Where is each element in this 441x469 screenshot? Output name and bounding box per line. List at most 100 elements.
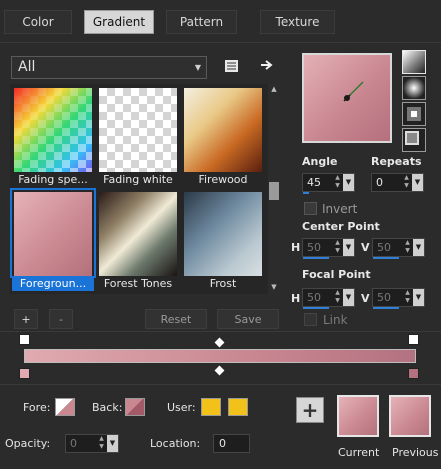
chevron-down-icon[interactable]: ▼ xyxy=(343,239,354,256)
gradient-filter-value: All xyxy=(18,59,36,75)
center-h-level-bar xyxy=(303,257,329,259)
location-input[interactable]: 0 xyxy=(213,434,250,453)
focal-v-level-bar xyxy=(373,307,399,309)
tab-gradient[interactable]: Gradient xyxy=(84,10,154,34)
link-label: Link xyxy=(323,313,348,327)
stepper-arrows-icon[interactable]: ▲ ▼ xyxy=(403,239,412,256)
scrollbar-thumb[interactable] xyxy=(269,182,279,200)
gradient-thumb-label: Forest Tones xyxy=(103,277,173,290)
gradient-filter-select[interactable]: All ▼ xyxy=(11,56,207,79)
fore-label: Fore: xyxy=(23,401,51,414)
angle-stepper[interactable]: 45 ▲ ▼ ▼ xyxy=(302,173,355,194)
previous-color-swatch[interactable] xyxy=(389,395,431,437)
opacity-value: 0 xyxy=(70,437,77,450)
gradient-thumb-label: Fading white xyxy=(103,173,173,186)
focal-point-label: Focal Point xyxy=(302,268,371,281)
gallery-scrollbar[interactable]: ▲ ▼ xyxy=(268,84,280,294)
rectangular-gradient-icon[interactable] xyxy=(402,102,426,126)
stepper-arrows-icon[interactable]: ▲ ▼ xyxy=(403,289,412,306)
add-gradient-button[interactable]: + xyxy=(14,309,38,329)
gradient-thumb-forest-tones[interactable]: Forest Tones xyxy=(97,190,179,290)
focal-h-level-bar xyxy=(303,307,329,309)
transparency-checker xyxy=(14,88,92,172)
angle-label: Angle xyxy=(302,155,338,168)
scroll-down-icon[interactable]: ▼ xyxy=(268,283,280,293)
radial-gradient-icon[interactable] xyxy=(402,76,426,100)
reset-button[interactable]: Reset xyxy=(145,309,207,329)
previous-label: Previous xyxy=(392,446,439,459)
sunburst-gradient-icon[interactable] xyxy=(402,128,426,152)
back-swatch[interactable] xyxy=(125,398,145,416)
gradient-swatch xyxy=(184,192,262,276)
gradient-thumb-firewood[interactable]: Firewood xyxy=(182,86,264,186)
linear-gradient-icon[interactable] xyxy=(402,50,426,74)
user-swatch-1[interactable] xyxy=(201,398,221,416)
gradient-thumb-frost[interactable]: Frost xyxy=(182,190,264,290)
stepper-arrows-icon[interactable]: ▲ ▼ xyxy=(402,174,411,191)
gradient-preview[interactable] xyxy=(302,53,392,143)
gradient-swatch xyxy=(184,88,262,172)
chevron-down-icon: ▼ xyxy=(194,63,201,72)
remove-gradient-button[interactable]: - xyxy=(49,309,73,329)
color-stop-left[interactable] xyxy=(19,368,30,379)
editor-divider xyxy=(0,384,441,385)
center-v-level-bar xyxy=(373,257,399,259)
opacity-stop-left[interactable] xyxy=(19,334,30,345)
repeats-stepper[interactable]: 0 ▲ ▼ ▼ xyxy=(371,173,424,192)
chevron-down-icon[interactable]: ▼ xyxy=(343,174,354,191)
panel-divider xyxy=(0,331,441,332)
chevron-down-icon[interactable]: ▼ xyxy=(343,289,354,306)
invert-label: Invert xyxy=(322,202,358,216)
center-v-stepper[interactable]: 50 ▲ ▼ ▼ xyxy=(372,238,425,259)
list-icon[interactable] xyxy=(224,59,239,73)
stepper-arrows-icon[interactable]: ▲ ▼ xyxy=(97,435,106,452)
center-h-label: H xyxy=(291,241,301,254)
gradient-thumb-fading-spectrum[interactable]: Fading spe... xyxy=(12,86,94,186)
chevron-down-icon[interactable]: ▼ xyxy=(413,289,424,306)
chevron-down-icon[interactable]: ▼ xyxy=(107,435,118,452)
gradient-thumb-label: Fading spe... xyxy=(18,173,88,186)
gradient-editor-bar[interactable] xyxy=(24,349,416,363)
current-label: Current xyxy=(338,446,380,459)
chevron-down-icon[interactable]: ▼ xyxy=(413,239,424,256)
angle-handle-icon[interactable] xyxy=(304,55,390,141)
focal-h-stepper[interactable]: 50 ▲ ▼ ▼ xyxy=(302,288,355,309)
gradient-thumb-fading-white[interactable]: Fading white xyxy=(97,86,179,186)
stepper-arrows-icon[interactable]: ▲ ▼ xyxy=(333,289,342,306)
chevron-down-icon[interactable]: ▼ xyxy=(412,174,423,191)
location-label: Location: xyxy=(150,437,201,450)
focal-v-stepper[interactable]: 50 ▲ ▼ ▼ xyxy=(372,288,425,309)
angle-value: 45 xyxy=(307,176,321,189)
add-to-swatches-button[interactable]: + xyxy=(296,397,324,423)
invert-checkbox[interactable] xyxy=(304,202,317,215)
link-checkbox[interactable] xyxy=(304,313,317,326)
current-color-swatch xyxy=(337,395,379,437)
opacity-stepper[interactable]: 0 ▲ ▼ ▼ xyxy=(65,434,119,453)
back-label: Back: xyxy=(92,401,123,414)
angle-level-bar xyxy=(303,192,309,194)
color-midpoint[interactable] xyxy=(214,365,225,376)
scroll-up-icon[interactable]: ▲ xyxy=(268,85,280,95)
stepper-arrows-icon[interactable]: ▲ ▼ xyxy=(333,174,342,191)
arrow-right-icon[interactable] xyxy=(259,58,275,72)
tab-pattern[interactable]: Pattern xyxy=(166,10,237,34)
gradient-thumb-label: Firewood xyxy=(198,173,248,186)
save-button[interactable]: Save xyxy=(217,309,279,329)
focal-v-label: V xyxy=(361,292,370,305)
user-swatch-2[interactable] xyxy=(228,398,248,416)
opacity-midpoint[interactable] xyxy=(214,337,225,348)
gradient-thumb-label: Foregroun... xyxy=(12,277,94,291)
fore-swatch[interactable] xyxy=(55,398,75,416)
gradient-swatch xyxy=(99,192,177,276)
gradient-thumb-label: Frost xyxy=(209,277,237,290)
center-h-stepper[interactable]: 50 ▲ ▼ ▼ xyxy=(302,238,355,259)
color-stop-right[interactable] xyxy=(408,368,419,379)
user-label: User: xyxy=(167,401,196,414)
stepper-arrows-icon[interactable]: ▲ ▼ xyxy=(333,239,342,256)
gradient-thumb-foreground[interactable]: Foregroun... xyxy=(10,188,96,291)
opacity-stop-right[interactable] xyxy=(408,334,419,345)
repeats-value: 0 xyxy=(376,176,383,189)
center-v-label: V xyxy=(361,241,370,254)
tab-texture[interactable]: Texture xyxy=(260,10,335,34)
tab-color[interactable]: Color xyxy=(4,10,72,34)
